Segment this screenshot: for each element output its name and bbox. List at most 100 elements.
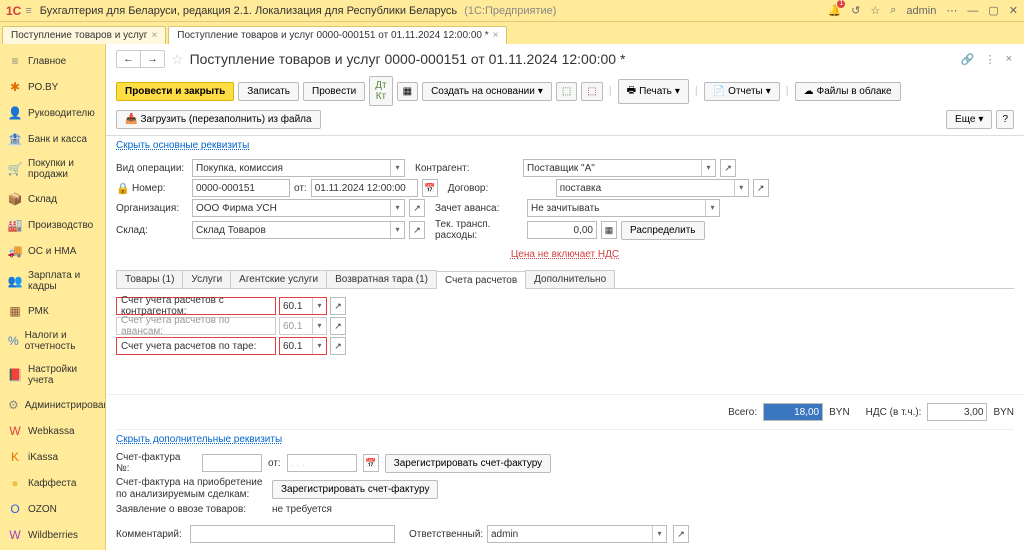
menu-icon[interactable]: ≡ xyxy=(25,5,31,17)
sidebar-item[interactable]: 👤Руководителю xyxy=(0,100,105,126)
cloud-files-button[interactable]: ☁ Файлы в облаке xyxy=(795,82,901,101)
sidebar-item[interactable]: 🏦Банк и касса xyxy=(0,126,105,152)
doc-tab-2[interactable]: Поступление товаров и услуг 0000-000151 … xyxy=(168,26,507,44)
detail-tab[interactable]: Агентские услуги xyxy=(230,270,327,288)
invoice-date-field[interactable]: . . . xyxy=(287,454,357,472)
more-button[interactable]: Еще ▾ xyxy=(946,110,992,129)
sidebar-item[interactable]: KiKassa xyxy=(0,444,105,470)
xml-button[interactable]: ⬚ xyxy=(581,82,602,101)
close-tab-icon[interactable]: × xyxy=(151,30,157,41)
advance-field[interactable]: Не зачитывать▾ xyxy=(527,199,720,217)
sidebar-item[interactable]: WWebkassa xyxy=(0,418,105,444)
sidebar-item[interactable]: ●Каффеста xyxy=(0,470,105,496)
sidebar-icon: W xyxy=(8,424,22,438)
open-contractor-icon[interactable]: ↗ xyxy=(720,159,736,177)
invoice-no-field[interactable] xyxy=(202,454,262,472)
sidebar-item[interactable]: ≡Главное xyxy=(0,48,105,74)
sidebar-item[interactable]: ⚙Администрирование xyxy=(0,392,105,418)
sidebar-item[interactable]: %Налоги и отчетность xyxy=(0,324,105,358)
detail-tab[interactable]: Услуги xyxy=(182,270,231,288)
transport-field[interactable]: 0,00 xyxy=(527,221,597,239)
user-label[interactable]: admin xyxy=(906,5,936,17)
sidebar-icon: 🏭 xyxy=(8,218,22,232)
detail-tab[interactable]: Дополнительно xyxy=(525,270,615,288)
structure-button[interactable]: ▦ xyxy=(397,82,418,101)
open-acct-icon[interactable]: ↗ xyxy=(330,297,346,315)
sidebar-item[interactable]: 🏭 Производство xyxy=(0,212,105,238)
link-icon[interactable]: 🔗 xyxy=(959,51,977,68)
print-button[interactable]: 🖶 Печать ▾ xyxy=(618,79,689,104)
post-button[interactable]: Провести xyxy=(303,82,365,101)
hide-extra-link[interactable]: Скрыть дополнительные реквизиты xyxy=(116,430,1014,449)
contractor-field[interactable]: Поставщик "А"▾ xyxy=(523,159,716,177)
sidebar-item[interactable]: 📕Настройки учета xyxy=(0,358,105,392)
favorite-icon[interactable]: ☆ xyxy=(171,51,184,68)
op-type-field[interactable]: Покупка, комиссия▾ xyxy=(192,159,405,177)
detail-tab[interactable]: Товары (1) xyxy=(116,270,183,288)
date-field[interactable]: 01.11.2024 12:00:00 xyxy=(311,179,418,197)
star-icon[interactable]: ☆ xyxy=(870,4,880,17)
contract-field[interactable]: поставка▾ xyxy=(556,179,749,197)
sidebar-item[interactable]: 👥Зарплата и кадры xyxy=(0,264,105,298)
close-icon[interactable]: ✕ xyxy=(1009,4,1018,17)
sidebar-item[interactable]: 🚚ОС и НМА xyxy=(0,238,105,264)
sidebar-item[interactable]: WWildberries xyxy=(0,522,105,548)
maximize-icon[interactable]: ▢ xyxy=(988,4,998,17)
close-tab-icon[interactable]: × xyxy=(493,30,499,41)
open-warehouse-icon[interactable]: ↗ xyxy=(409,221,425,239)
open-contract-icon[interactable]: ↗ xyxy=(753,179,769,197)
number-field[interactable]: 0000-000151 xyxy=(192,179,290,197)
price-vat-link[interactable]: Цена не включает НДС xyxy=(106,245,1024,264)
open-org-icon[interactable]: ↗ xyxy=(409,199,425,217)
excel-button[interactable]: ⬚ xyxy=(556,82,577,101)
write-button[interactable]: Записать xyxy=(238,82,299,101)
sidebar-item[interactable]: OOZON xyxy=(0,496,105,522)
responsible-field[interactable]: admin▾ xyxy=(487,525,667,543)
settings-icon[interactable]: ⋯ xyxy=(946,4,957,17)
acct-advance-field[interactable]: 60.1▾ xyxy=(279,317,327,335)
dt-kt-button[interactable]: ДтКт xyxy=(369,76,392,106)
doc-tab-1[interactable]: Поступление товаров и услуг× xyxy=(2,26,166,44)
load-from-file-button[interactable]: 📥 Загрузить (перезаполнить) из файла xyxy=(116,110,321,129)
search-icon[interactable]: ⌕ xyxy=(890,4,896,17)
distribute-button[interactable]: Распределить xyxy=(621,221,705,240)
more-icon[interactable]: ⋮ xyxy=(983,51,998,68)
transport-label: Тек. трансп. расходы: xyxy=(429,219,523,241)
register-sf-button[interactable]: Зарегистрировать счет-фактуру xyxy=(272,480,438,499)
calculator-icon[interactable]: ▦ xyxy=(601,221,617,239)
contractor-label: Контрагент: xyxy=(409,163,519,174)
sidebar-item[interactable]: ▦РМК xyxy=(0,298,105,324)
history-icon[interactable]: ↺ xyxy=(851,4,860,17)
op-type-label: Вид операции: xyxy=(116,163,188,174)
detail-tab[interactable]: Возвратная тара (1) xyxy=(326,270,437,288)
calendar-icon[interactable]: 📅 xyxy=(422,179,438,197)
total-field[interactable]: 18,00 xyxy=(763,403,823,421)
back-button[interactable]: ← xyxy=(117,51,141,67)
calendar-icon[interactable]: 📅 xyxy=(363,454,379,472)
sidebar-icon: ● xyxy=(8,476,22,490)
help-button[interactable]: ? xyxy=(996,110,1014,129)
sidebar-label: РМК xyxy=(28,306,49,317)
open-responsible-icon[interactable]: ↗ xyxy=(673,525,689,543)
sidebar-label: Производство xyxy=(28,220,93,231)
forward-button[interactable]: → xyxy=(141,51,164,67)
sidebar-item[interactable]: 📦Склад xyxy=(0,186,105,212)
open-acct-icon[interactable]: ↗ xyxy=(330,317,346,335)
register-invoice-button[interactable]: Зарегистрировать счет-фактуру xyxy=(385,454,551,473)
create-based-button[interactable]: Создать на основании ▾ xyxy=(422,82,552,101)
sidebar-item[interactable]: 🛒Покупки и продажи xyxy=(0,152,105,186)
hide-main-link[interactable]: Скрыть основные реквизиты xyxy=(106,136,1024,155)
minimize-icon[interactable]: — xyxy=(967,5,978,17)
bell-icon[interactable]: 🔔1 xyxy=(827,4,841,17)
comment-field[interactable] xyxy=(190,525,395,543)
org-field[interactable]: ООО Фирма УСН▾ xyxy=(192,199,405,217)
detail-tab[interactable]: Счета расчетов xyxy=(436,271,526,289)
close-doc-icon[interactable]: × xyxy=(1004,51,1014,67)
acct-tare-field[interactable]: 60.1▾ xyxy=(279,337,327,355)
sidebar-item[interactable]: ✱РО.BY xyxy=(0,74,105,100)
warehouse-field[interactable]: Склад Товаров▾ xyxy=(192,221,405,239)
acct-contractor-field[interactable]: 60.1▾ xyxy=(279,297,327,315)
reports-button[interactable]: 📄 Отчеты ▾ xyxy=(704,82,780,101)
open-acct-icon[interactable]: ↗ xyxy=(330,337,346,355)
post-and-close-button[interactable]: Провести и закрыть xyxy=(116,82,234,101)
